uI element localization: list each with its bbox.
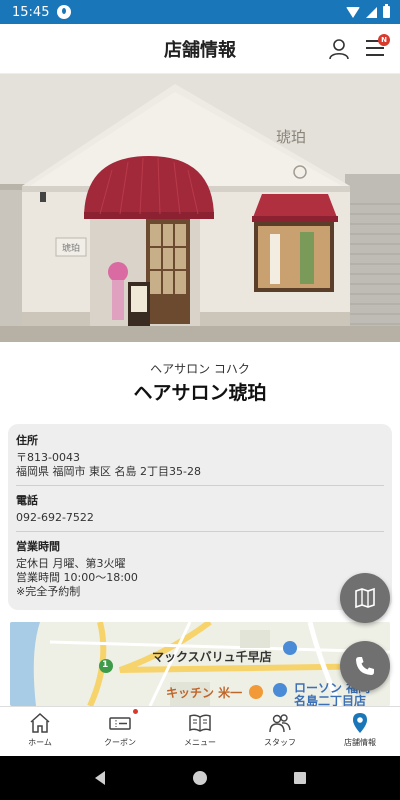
notification-badge: N [378, 34, 390, 46]
tab-home[interactable]: ホーム [0, 707, 80, 756]
shop-info-card: 住所 〒813-0043 福岡県 福岡市 東区 名島 2丁目35-28 電話 0… [8, 424, 392, 610]
system-navigation-bar [0, 756, 400, 800]
hero-sign-text: 琥珀 [276, 128, 306, 146]
battery-icon [383, 4, 390, 18]
bottom-tab-bar: ホーム クーポン メニュー スタッフ 店舗情報 [0, 706, 400, 756]
map-fab-button[interactable] [340, 573, 390, 623]
map-poi-maxvalu: マックスバリュ千早店 [152, 650, 272, 664]
phone-number[interactable]: 092-692-7522 [16, 511, 384, 525]
hero-small-sign: 琥珀 [62, 242, 80, 254]
phone-section: 電話 092-692-7522 [16, 485, 384, 531]
hours-section: 営業時間 定休日 月曜、第3火曜 営業時間 10:00～18:00 ※完全予約制 [16, 531, 384, 605]
home-circle-icon[interactable] [192, 770, 208, 786]
tab-coupon-label: クーポン [104, 738, 136, 747]
status-bar: 15:45 [0, 0, 400, 24]
coupon-icon [109, 717, 131, 730]
tab-coupon[interactable]: クーポン [80, 707, 160, 756]
shop-photo: 琥珀 琥珀 [0, 74, 400, 342]
phone-label: 電話 [16, 494, 38, 507]
closed-days: 定休日 月曜、第3火曜 [16, 557, 126, 570]
app-notification-icon [57, 5, 72, 19]
staff-icon [269, 714, 291, 733]
tab-menu-label: メニュー [184, 738, 216, 747]
hamburger-menu-button[interactable]: N [366, 34, 390, 58]
page-title: 店舗情報 [164, 39, 236, 61]
status-time: 15:45 [12, 4, 50, 20]
tab-staff[interactable]: スタッフ [240, 707, 320, 756]
coupon-new-dot [133, 709, 138, 714]
shop-name: ヘアサロン琥珀 [133, 382, 267, 404]
user-icon[interactable] [328, 38, 350, 60]
call-fab-button[interactable] [340, 641, 390, 691]
menu-book-icon [189, 714, 211, 732]
hours-label: 営業時間 [16, 540, 60, 553]
location-pin-icon [353, 713, 367, 733]
address-label: 住所 [16, 434, 38, 447]
phone-icon [356, 657, 374, 675]
shop-map[interactable]: 1 マックスバリュ千早店 キッチン 米一 ローソン 福岡名島二丁目店 [10, 622, 390, 706]
app-header: 店舗情報 N [0, 24, 400, 74]
address-section: 住所 〒813-0043 福岡県 福岡市 東区 名島 2丁目35-28 [16, 432, 384, 485]
shop-name-kana: ヘアサロン コハク [150, 362, 250, 376]
tab-shop-info-label: 店舗情報 [344, 738, 376, 747]
map-poi-kitchen: キッチン 米一 [166, 686, 243, 700]
tab-shop-info[interactable]: 店舗情報 [320, 707, 400, 756]
postal-code: 〒813-0043 [16, 451, 80, 464]
recents-icon[interactable] [292, 770, 308, 786]
home-icon [30, 712, 50, 733]
wifi-icon [346, 6, 360, 18]
back-icon[interactable] [92, 770, 108, 786]
reservation-note: ※完全予約制 [16, 585, 81, 598]
map-icon [355, 587, 375, 609]
tab-home-label: ホーム [28, 738, 52, 747]
address-text: 福岡県 福岡市 東区 名島 2丁目35-28 [16, 465, 201, 478]
tab-staff-label: スタッフ [264, 738, 296, 747]
business-hours: 営業時間 10:00～18:00 [16, 571, 138, 584]
tab-menu[interactable]: メニュー [160, 707, 240, 756]
map-route-number: 1 [102, 660, 109, 670]
signal-icon [366, 6, 377, 18]
